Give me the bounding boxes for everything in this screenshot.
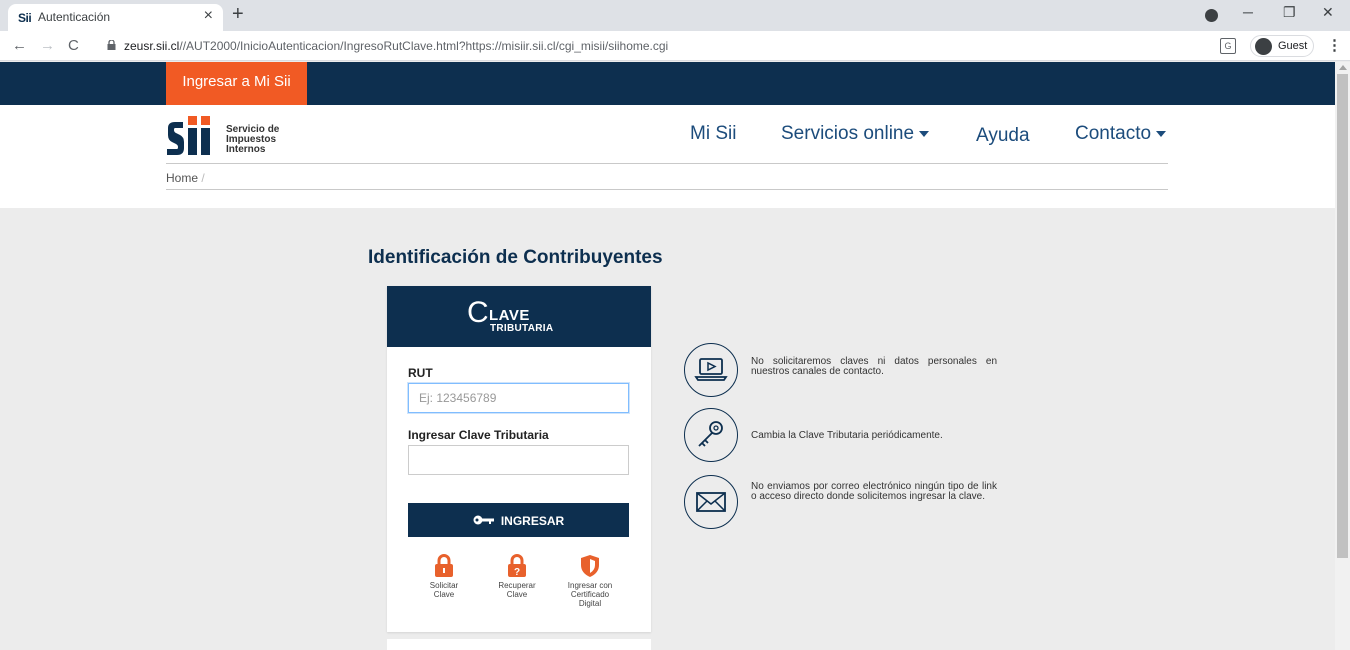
- sii-favicon-icon: Sii: [18, 11, 32, 25]
- svg-text:?: ?: [514, 567, 520, 578]
- divider: [166, 163, 1168, 164]
- scroll-thumb[interactable]: [1337, 74, 1348, 558]
- rut-input[interactable]: [408, 383, 629, 413]
- page-viewport: Ingresar a Mi Sii Servicio de Impuestos …: [0, 62, 1335, 650]
- close-tab-icon[interactable]: ×: [204, 7, 213, 25]
- lock-question-icon: ?: [508, 554, 526, 578]
- caret-down-icon: [919, 130, 930, 137]
- option-label: Clave: [433, 590, 455, 599]
- option-label: Ingresar con: [567, 581, 613, 590]
- restore-icon[interactable]: ❐: [1283, 4, 1296, 21]
- nav-ayuda-label: Ayuda: [976, 125, 1030, 146]
- site-header: Servicio de Impuestos Internos Mi Sii Se…: [0, 105, 1335, 208]
- brand-lave: LAVE: [489, 307, 530, 324]
- clave-label: Ingresar Clave Tributaria: [408, 428, 549, 442]
- minimize-icon[interactable]: ─: [1243, 4, 1253, 20]
- secondary-card: [387, 639, 651, 650]
- brand-c: C: [467, 296, 489, 329]
- key-icon: [473, 515, 494, 525]
- page-title: Identificación de Contribuyentes: [368, 247, 663, 268]
- browser-tab[interactable]: Sii Autenticación ×: [8, 4, 223, 31]
- option-label: Solicitar: [429, 581, 459, 590]
- browser-menu-icon[interactable]: ⋮: [1327, 36, 1342, 54]
- brand-tributaria: TRIBUTARIA: [490, 323, 554, 334]
- caret-down-icon: [1156, 130, 1167, 137]
- sii-logo-icon: [167, 116, 210, 155]
- breadcrumb-separator: /: [201, 171, 205, 185]
- url-path: //AUT2000/InicioAutenticacion/IngresoRut…: [179, 39, 669, 53]
- breadcrumb: Home /: [166, 171, 205, 185]
- nav-servicios-label: Servicios online: [781, 123, 915, 144]
- nav-mi-sii[interactable]: Mi Sii: [690, 123, 736, 145]
- url-field[interactable]: zeusr.sii.cl//AUT2000/InicioAutenticacio…: [124, 39, 668, 53]
- breadcrumb-home[interactable]: Home: [166, 171, 198, 185]
- browser-tab-strip: Sii Autenticación × + ─ ❐ ✕: [0, 0, 1350, 31]
- divider: [166, 189, 1168, 190]
- logo-text: Servicio de Impuestos Internos: [226, 125, 279, 155]
- profile-button[interactable]: Guest: [1250, 35, 1314, 57]
- ingresar-mi-sii-button[interactable]: Ingresar a Mi Sii: [166, 62, 307, 105]
- top-band: Ingresar a Mi Sii: [0, 62, 1335, 105]
- close-window-icon[interactable]: ✕: [1322, 4, 1334, 21]
- lock-icon: [435, 554, 453, 577]
- tip-text: Cambia la Clave Tributaria periódicament…: [751, 430, 943, 441]
- tab-title: Autenticación: [38, 10, 111, 24]
- login-card: C LAVE TRIBUTARIA RUT Ingresar Clave Tri…: [387, 286, 651, 632]
- rut-label: RUT: [408, 366, 433, 380]
- sii-logo[interactable]: Servicio de Impuestos Internos: [166, 114, 296, 156]
- browser-extension-icon[interactable]: [1205, 9, 1218, 22]
- reload-icon[interactable]: C: [68, 37, 79, 54]
- logo-line: Internos: [226, 144, 266, 155]
- lock-icon: [107, 40, 116, 50]
- tip-text: No solicitaremos claves ni datos persona…: [751, 356, 997, 377]
- tip-item: No solicitaremos claves ni datos persona…: [684, 343, 1014, 397]
- option-label: Clave: [506, 590, 528, 599]
- address-bar: ← → C zeusr.sii.cl//AUT2000/InicioAutent…: [0, 31, 1350, 61]
- tip-item: Cambia la Clave Tributaria periódicament…: [684, 408, 1014, 462]
- solicitar-clave-link[interactable]: Solicitar Clave: [414, 554, 474, 599]
- certificado-digital-link[interactable]: Ingresar con Certificado Digital: [560, 554, 620, 608]
- new-tab-icon[interactable]: +: [232, 3, 244, 26]
- avatar-icon: [1255, 38, 1272, 55]
- nav-contacto-label: Contacto: [1075, 123, 1152, 144]
- url-host: zeusr.sii.cl: [124, 39, 180, 53]
- clave-tributaria-brand: C LAVE TRIBUTARIA: [387, 286, 651, 347]
- nav-mi-sii-label: Mi Sii: [690, 123, 737, 144]
- tip-item: No enviamos por correo electrónico ningú…: [684, 475, 1014, 529]
- clave-input[interactable]: [408, 445, 629, 475]
- profile-label: Guest: [1278, 40, 1308, 52]
- option-label: Certificado Digital: [570, 590, 610, 608]
- recuperar-clave-link[interactable]: ? Recuperar Clave: [487, 554, 547, 599]
- vertical-scrollbar[interactable]: [1335, 62, 1350, 650]
- tip-text: No enviamos por correo electrónico ningú…: [751, 481, 997, 502]
- key-icon: [684, 408, 738, 462]
- nav-contacto[interactable]: Contacto: [1075, 123, 1167, 145]
- scroll-up-icon[interactable]: [1339, 65, 1347, 70]
- laptop-icon: [684, 343, 738, 397]
- envelope-icon: [684, 475, 738, 529]
- ingresar-label: INGRESAR: [500, 513, 565, 528]
- nav-servicios-online[interactable]: Servicios online: [781, 123, 930, 145]
- translate-icon[interactable]: G: [1220, 38, 1236, 54]
- nav-ayuda[interactable]: Ayuda: [976, 125, 1030, 147]
- back-icon[interactable]: ←: [12, 37, 27, 54]
- forward-icon[interactable]: →: [40, 37, 55, 54]
- option-label: Recuperar: [498, 581, 536, 590]
- shield-icon: [581, 555, 599, 577]
- ingresar-button[interactable]: INGRESAR: [408, 503, 629, 537]
